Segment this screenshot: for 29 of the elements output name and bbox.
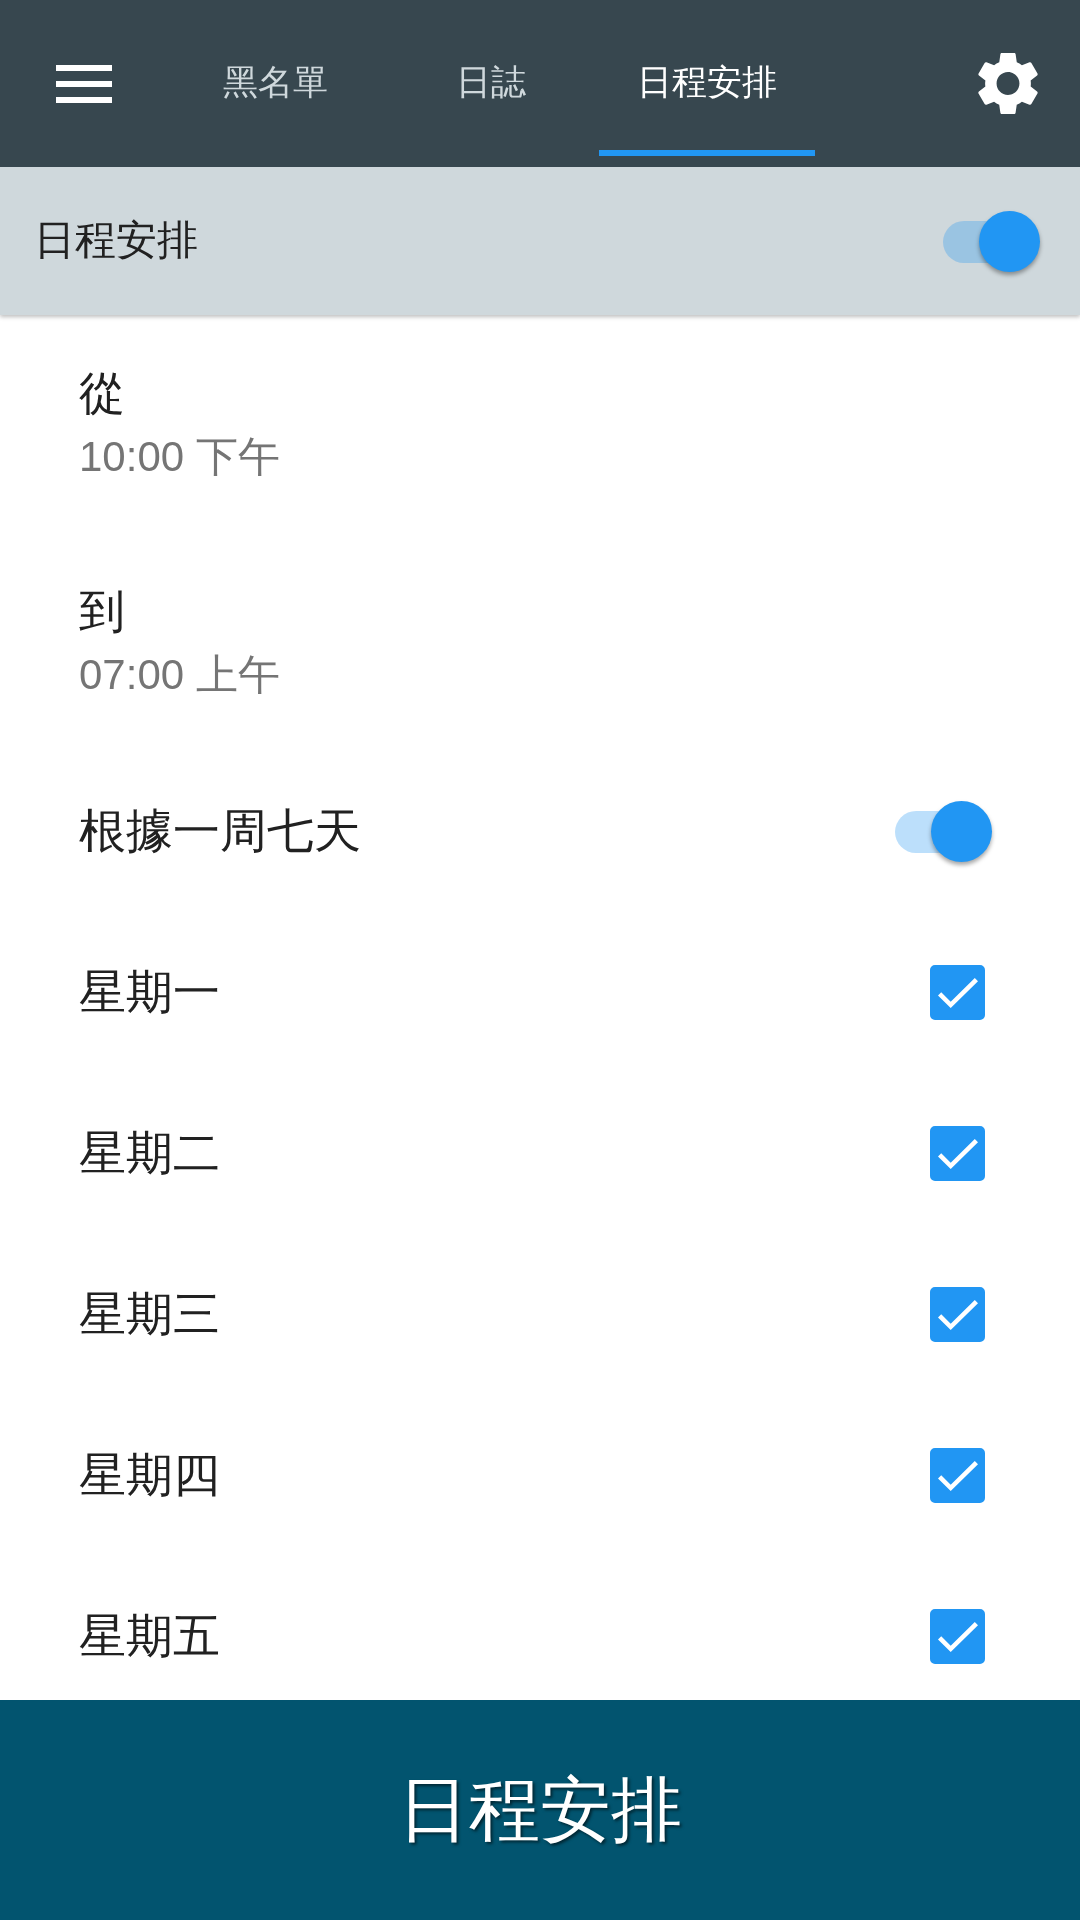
setting-label: 根據一周七天 — [79, 803, 361, 860]
checkbox[interactable] — [930, 1448, 985, 1503]
checkmark-icon — [937, 1299, 978, 1330]
checkmark-icon — [937, 1138, 978, 1169]
checkbox[interactable] — [930, 1126, 985, 1181]
checkmark-icon — [937, 977, 978, 1008]
tab[interactable]: 日誌 — [383, 0, 599, 156]
day-label: 星期二 — [79, 1125, 220, 1182]
time-value: 10:00 下午 — [79, 431, 281, 482]
day-label: 星期四 — [79, 1447, 220, 1504]
day-label: 星期一 — [79, 964, 220, 1021]
checkbox[interactable] — [930, 1287, 985, 1342]
time-label: 到 — [79, 584, 126, 639]
checkmark-icon — [937, 1460, 978, 1491]
checkmark-icon — [937, 1621, 978, 1652]
menu-icon[interactable] — [56, 64, 112, 103]
checkbox[interactable] — [930, 965, 985, 1020]
settings-icon[interactable] — [978, 53, 1038, 114]
toggle-switch[interactable] — [895, 801, 992, 862]
schedule-button[interactable]: 日程安排 — [0, 1700, 1080, 1920]
day-label: 星期三 — [79, 1286, 220, 1343]
time-value: 07:00 上午 — [79, 649, 281, 700]
section-title: 日程安排 — [34, 216, 198, 266]
checkbox[interactable] — [930, 1609, 985, 1664]
toggle-switch[interactable] — [943, 210, 1040, 272]
time-label: 從 — [79, 366, 126, 421]
day-label: 星期五 — [79, 1608, 220, 1665]
tab[interactable]: 日程安排 — [599, 0, 815, 156]
tab[interactable]: 黑名單 — [167, 0, 383, 156]
